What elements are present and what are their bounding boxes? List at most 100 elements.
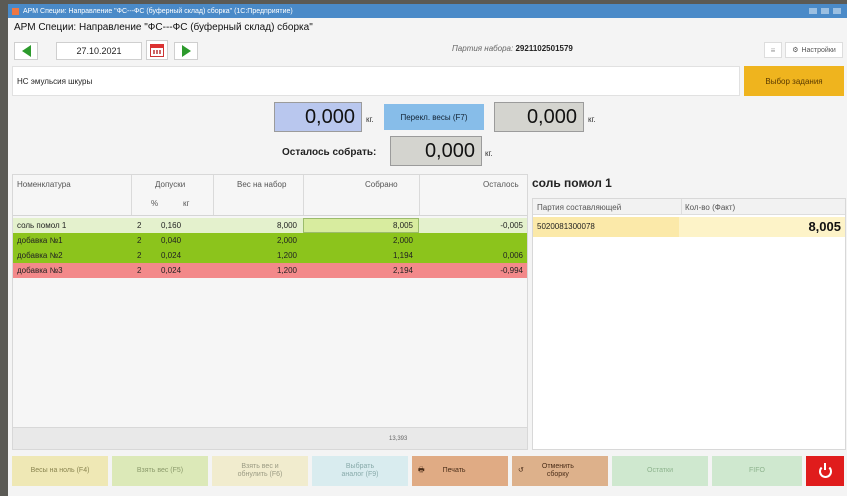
items-table: Номенклатура Допуски % кг Вес на набор С… — [12, 174, 528, 450]
switch-scales-button[interactable]: Перекл. весы (F7) — [384, 104, 484, 130]
col-header-tol-kg[interactable]: кг — [183, 199, 189, 208]
printer-icon: 🖶 — [418, 467, 425, 475]
gear-icon: ⚙ — [792, 47, 799, 54]
cell-batch: 5020081300078 — [537, 222, 595, 231]
settings-label: Настройки — [801, 46, 836, 54]
take-reset-label-2: обнулить (F6) — [237, 471, 283, 478]
cell-name: добавка №3 — [17, 266, 63, 275]
cell-pct: 2 — [137, 266, 142, 275]
scale1-weight: 0,000 — [274, 102, 362, 132]
scale1-unit: кг. — [366, 115, 374, 124]
arrow-right-icon — [181, 45, 191, 57]
cell-pct: 2 — [137, 236, 142, 245]
cell-collected: 1,194 — [392, 251, 413, 260]
take-weight-reset-button[interactable]: Взять вес и обнулить (F6) — [212, 456, 308, 486]
minimize-icon[interactable] — [809, 8, 817, 14]
scale-zero-button[interactable]: Весы на ноль (F4) — [12, 456, 108, 486]
cell-remain: -0,005 — [500, 221, 523, 230]
stock-button[interactable]: Остатки — [612, 456, 708, 486]
cell-remain: 0,006 — [502, 251, 523, 260]
cell-kg: 0,024 — [161, 266, 182, 275]
app-icon — [12, 7, 19, 15]
cell-remain: -0,994 — [500, 266, 523, 275]
cell-collected: 8,005 — [392, 221, 413, 230]
print-label: Печать — [442, 467, 466, 475]
task-name-field: НС эмульсия шкуры — [12, 66, 740, 96]
select-task-button[interactable]: Выбор задания — [744, 66, 844, 96]
window-titlebar: АРМ Специи: Направление "ФС---ФС (буферн… — [8, 4, 847, 18]
table-row[interactable]: добавка №3 2 0,024 1,200 2,194 -0,994 — [13, 263, 527, 278]
table-footer: 13,393 — [13, 427, 527, 449]
cancel-label-2: сборку — [546, 471, 569, 478]
cell-pct: 2 — [137, 251, 142, 260]
scale2-unit: кг. — [588, 115, 596, 124]
cell-target: 8,000 — [276, 221, 297, 230]
cell-target: 1,200 — [276, 266, 297, 275]
component-title: соль помол 1 — [532, 176, 612, 190]
calendar-button[interactable] — [146, 40, 168, 60]
col-header-batch[interactable]: Партия составляющей — [537, 203, 621, 212]
divider — [681, 199, 682, 215]
table-header: Партия составляющей Кол-во (Факт) — [533, 199, 845, 215]
power-icon — [818, 462, 832, 478]
cell-name: добавка №2 — [17, 251, 63, 260]
table-row[interactable]: добавка №2 2 0,024 1,200 1,194 0,006 — [13, 248, 527, 263]
app-window: АРМ Специи: Направление "ФС---ФС (буферн… — [8, 18, 847, 496]
batch-label: Партия набора: — [452, 44, 514, 53]
cell-collected: 2,000 — [392, 236, 413, 245]
cell-kg: 0,024 — [161, 251, 182, 260]
col-header-target[interactable]: Вес на набор — [237, 180, 286, 189]
col-header-tolerance[interactable]: Допуски — [155, 180, 185, 189]
fifo-button[interactable]: FIFO — [712, 456, 802, 486]
window-title: АРМ Специи: Направление "ФС---ФС (буферн… — [23, 7, 293, 15]
remaining-label: Осталось собрать: — [282, 147, 377, 158]
take-reset-label-1: Взять вес и — [241, 463, 279, 471]
col-header-remain[interactable]: Осталось — [483, 180, 519, 189]
divider — [303, 175, 304, 215]
batch-info: Партия набора: 2921102501579 — [452, 44, 573, 53]
cancel-icon: ↺ — [518, 467, 524, 475]
arrow-left-icon — [21, 45, 31, 57]
cell-collected: 2,194 — [392, 266, 413, 275]
table-row[interactable]: 5020081300078 8,005 — [533, 217, 845, 237]
cancel-label-1: Отменить — [541, 463, 574, 471]
table-total: 13,393 — [389, 436, 408, 442]
table-row[interactable]: добавка №1 2 0,040 2,000 2,000 — [13, 233, 527, 248]
tools-icon: ≡ — [770, 45, 776, 55]
maximize-icon[interactable] — [821, 8, 829, 14]
page-title: АРМ Специи: Направление "ФС---ФС (буферн… — [14, 22, 313, 33]
component-batches-table: Партия составляющей Кол-во (Факт) 502008… — [532, 198, 846, 450]
col-header-tol-pct[interactable]: % — [151, 199, 158, 208]
divider — [419, 175, 420, 215]
calendar-icon — [150, 43, 164, 57]
table-row[interactable]: соль помол 1 2 0,160 8,000 8,005 -0,005 — [13, 218, 527, 233]
date-field[interactable]: 27.10.2021 — [56, 42, 142, 60]
window-controls[interactable] — [809, 8, 847, 14]
cell-name: соль помол 1 — [17, 221, 67, 230]
cell-name: добавка №1 — [17, 236, 63, 245]
prev-date-button[interactable] — [14, 42, 38, 60]
exit-button[interactable] — [806, 456, 844, 486]
select-analog-button[interactable]: Выбрать аналог (F9) — [312, 456, 408, 486]
analog-label-1: Выбрать — [345, 463, 375, 471]
col-header-qty[interactable]: Кол-во (Факт) — [685, 203, 735, 212]
divider — [213, 175, 214, 215]
take-weight-button[interactable]: Взять вес (F5) — [112, 456, 208, 486]
cell-target: 2,000 — [276, 236, 297, 245]
remaining-weight: 0,000 — [390, 136, 482, 166]
tools-button[interactable]: ≡ — [764, 42, 782, 58]
col-header-name[interactable]: Номенклатура — [17, 180, 71, 189]
col-header-collected[interactable]: Собрано — [365, 180, 398, 189]
close-icon[interactable] — [833, 8, 841, 14]
print-button[interactable]: 🖶 Печать — [412, 456, 508, 486]
divider — [131, 175, 132, 215]
cell-qty: 8,005 — [808, 219, 841, 234]
remaining-unit: кг. — [485, 149, 493, 158]
batch-value: 2921102501579 — [515, 44, 573, 53]
cell-kg: 0,160 — [161, 221, 182, 230]
next-date-button[interactable] — [174, 42, 198, 60]
cell-pct: 2 — [137, 221, 142, 230]
cell-kg: 0,040 — [161, 236, 182, 245]
cancel-assembly-button[interactable]: ↺ Отменить сборку — [512, 456, 608, 486]
settings-button[interactable]: ⚙ Настройки — [785, 42, 843, 58]
